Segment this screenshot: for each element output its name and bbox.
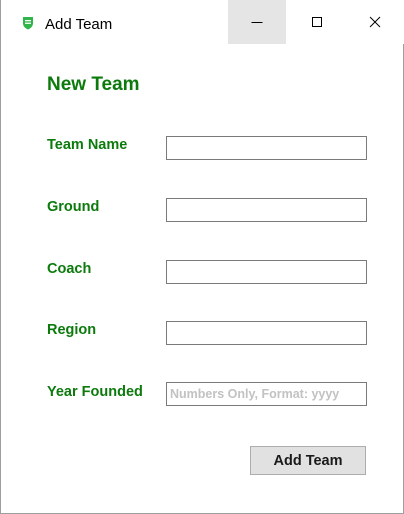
window-title: Add Team	[45, 16, 113, 33]
region-label: Region	[47, 322, 97, 338]
year-founded-input[interactable]	[166, 382, 367, 406]
form-heading: New Team	[47, 74, 140, 95]
region-input[interactable]	[166, 321, 367, 345]
year-founded-label: Year Founded	[47, 384, 143, 400]
close-button[interactable]	[346, 0, 404, 44]
maximize-icon	[312, 17, 322, 27]
ground-input[interactable]	[166, 198, 367, 222]
team-name-input[interactable]	[166, 136, 367, 160]
add-team-button[interactable]: Add Team	[250, 446, 366, 475]
title-bar[interactable]: Add Team	[1, 0, 404, 44]
coach-input[interactable]	[166, 260, 367, 284]
team-name-label: Team Name	[47, 137, 128, 153]
coach-label: Coach	[47, 261, 92, 277]
green-shield-icon	[23, 17, 33, 30]
minimize-icon	[251, 22, 263, 23]
close-icon	[369, 16, 381, 28]
maximize-button[interactable]	[288, 0, 346, 44]
add-team-window: Add Team New Team Team Name Ground Coach…	[0, 0, 404, 514]
ground-label: Ground	[47, 199, 100, 215]
minimize-button[interactable]	[228, 0, 286, 44]
